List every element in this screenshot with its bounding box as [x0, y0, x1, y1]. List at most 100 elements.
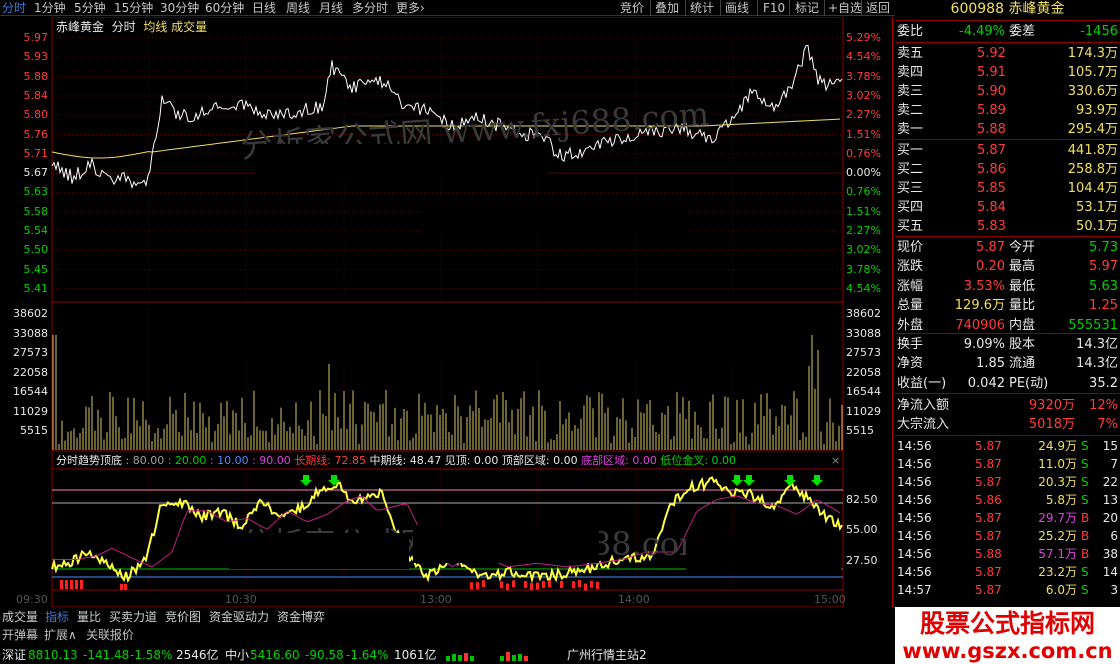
order-book-row: 卖一 5.88 295.4万	[895, 120, 1120, 139]
tick-time: 14:56	[897, 439, 932, 453]
tab-15min[interactable]: 15分钟	[114, 0, 153, 16]
tab-month[interactable]: 月线	[319, 0, 343, 16]
tick-volume: 57.1万	[1038, 547, 1077, 561]
add-watchlist-button[interactable]: +自选	[828, 0, 862, 16]
tick-time: 14:56	[897, 529, 932, 543]
level-price: 5.88	[977, 122, 1006, 137]
level-label: 卖一	[897, 122, 924, 137]
stat-row: 换手 9.09% 股本 14.3亿	[895, 335, 1120, 354]
quote-panel: 600988 赤峰黄金 委比 -4.49% 委差 -1456 卖五 5.92 174…	[895, 0, 1120, 607]
related-quote-button[interactable]: 关联报价	[86, 626, 134, 644]
stat-value: 5.63	[1089, 278, 1118, 294]
divider	[789, 0, 790, 16]
stat-value: 5.73	[1089, 240, 1118, 255]
volume-tick: 27573	[846, 346, 881, 359]
divider	[895, 435, 1120, 436]
label: 委差	[1009, 24, 1036, 39]
mark-button[interactable]: 标记	[795, 0, 819, 16]
percent-tick: 3.78%	[846, 262, 881, 276]
level-label: 买三	[897, 181, 924, 196]
stock-header: 600988 赤峰黄金	[895, 0, 1120, 19]
index-label: 中小	[225, 648, 250, 662]
tab-fund-drive[interactable]: 资金驱动力	[209, 608, 269, 626]
stat-value: 9.09%	[963, 337, 1005, 352]
tick-count: 13	[1102, 493, 1118, 507]
expand-button[interactable]: 扩展∧	[44, 626, 77, 644]
order-book-row: 卖三 5.90 330.6万	[895, 82, 1120, 101]
tick-row: 14:57 5.87 6.0万 S 3	[895, 581, 1120, 600]
tab-30min[interactable]: 30分钟	[160, 0, 199, 16]
back-button[interactable]: 返回	[866, 0, 890, 16]
stat-label: 涨幅	[897, 278, 924, 294]
level-label: 卖五	[897, 46, 924, 61]
price-tick: 5.67	[23, 166, 49, 180]
jingjia-button[interactable]: 竞价	[620, 0, 644, 16]
overlay-button[interactable]: 叠加	[655, 0, 679, 16]
time-label: 09:30	[16, 593, 48, 606]
value: -1456	[1080, 24, 1118, 39]
tick-price: 5.86	[975, 493, 1002, 507]
tick-time: 14:57	[897, 583, 932, 597]
level-volume: 105.7万	[1067, 65, 1118, 80]
stat-value: 1.25	[1089, 298, 1118, 314]
time-label: 10:30	[225, 593, 257, 606]
tick-row: 14:56 5.87 23.2万 S 14	[895, 563, 1120, 582]
order-book-row: 卖五 5.92 174.3万	[895, 44, 1120, 63]
tab-5min[interactable]: 5分钟	[74, 0, 106, 16]
tab-more[interactable]: 更多›	[396, 0, 425, 16]
stat-value: 555531	[1068, 317, 1118, 333]
tab-fenshi[interactable]: 分时	[2, 0, 26, 16]
level-volume: 53.1万	[1076, 200, 1118, 215]
more-label: 更多	[396, 1, 421, 15]
stats-button[interactable]: 统计	[690, 0, 714, 16]
stat-value: 740906	[955, 317, 1005, 333]
danmaku-toggle[interactable]: 开弹幕	[2, 626, 38, 644]
tab-auction-chart[interactable]: 竞价图	[165, 608, 201, 626]
flow-row: 净流入额 9320万 12%	[895, 396, 1120, 415]
stat-label: 股本	[1009, 337, 1036, 352]
tick-direction: S	[1081, 457, 1089, 471]
tab-volume-ratio[interactable]: 量比	[77, 608, 101, 626]
level-price: 5.84	[977, 200, 1006, 215]
tab-volume[interactable]: 成交量	[2, 608, 38, 626]
tick-price: 5.87	[975, 511, 1002, 525]
tab-1min[interactable]: 1分钟	[34, 0, 66, 16]
tab-buy-sell-force[interactable]: 买卖力道	[109, 608, 157, 626]
divider	[895, 236, 1120, 237]
price-tick: 5.71	[23, 146, 49, 160]
indicator-level: 27.50	[846, 554, 878, 567]
mode-label: 分时	[111, 20, 136, 34]
tick-row: 14:56 5.87 25.2万 B 6	[895, 527, 1120, 546]
tick-count: 6	[1110, 529, 1118, 543]
volume-tick: 22058	[13, 365, 48, 379]
percent-tick: 4.54%	[846, 281, 881, 295]
tab-60min[interactable]: 60分钟	[205, 0, 244, 16]
f10-button[interactable]: F10	[763, 0, 785, 16]
close-icon[interactable]: ×	[831, 454, 840, 467]
divider	[685, 0, 686, 16]
mid-line-label: 中期线: 48.47	[369, 454, 442, 467]
stat-label: 外盘	[897, 317, 924, 333]
server-label: 广州行情主站2	[567, 648, 647, 662]
tab-fund-game[interactable]: 资金博弈	[277, 608, 325, 626]
index-pct: -1.58%	[130, 648, 173, 662]
level-price: 5.87	[977, 143, 1006, 158]
tab-week[interactable]: 周线	[286, 0, 310, 16]
tick-count: 3	[1110, 583, 1118, 597]
value: -4.49%	[959, 24, 1005, 39]
draw-line-button[interactable]: 画线	[725, 0, 749, 16]
tab-multi-fenshi[interactable]: 多分时	[352, 0, 388, 16]
tick-volume: 25.2万	[1038, 529, 1077, 543]
tab-indicator[interactable]: 指标	[45, 608, 69, 626]
index-value: 5416.60	[250, 648, 300, 662]
tick-volume: 11.0万	[1038, 457, 1077, 471]
percent-tick: 0.00%	[846, 166, 881, 180]
price-tick: 5.76	[23, 127, 49, 141]
chart-panel[interactable]: 赤峰黄金 分时 均线 成交量 5.97 5.93 5.88 5.84 5.80 5.76 5…	[0, 17, 893, 607]
flow-value: 9320万	[1028, 398, 1075, 413]
tick-time: 14:56	[897, 475, 932, 489]
volume-label: 成交量	[171, 20, 208, 34]
level-price: 5.85	[977, 181, 1006, 196]
tab-day[interactable]: 日线	[252, 0, 276, 16]
tick-volume: 24.9万	[1038, 439, 1077, 453]
